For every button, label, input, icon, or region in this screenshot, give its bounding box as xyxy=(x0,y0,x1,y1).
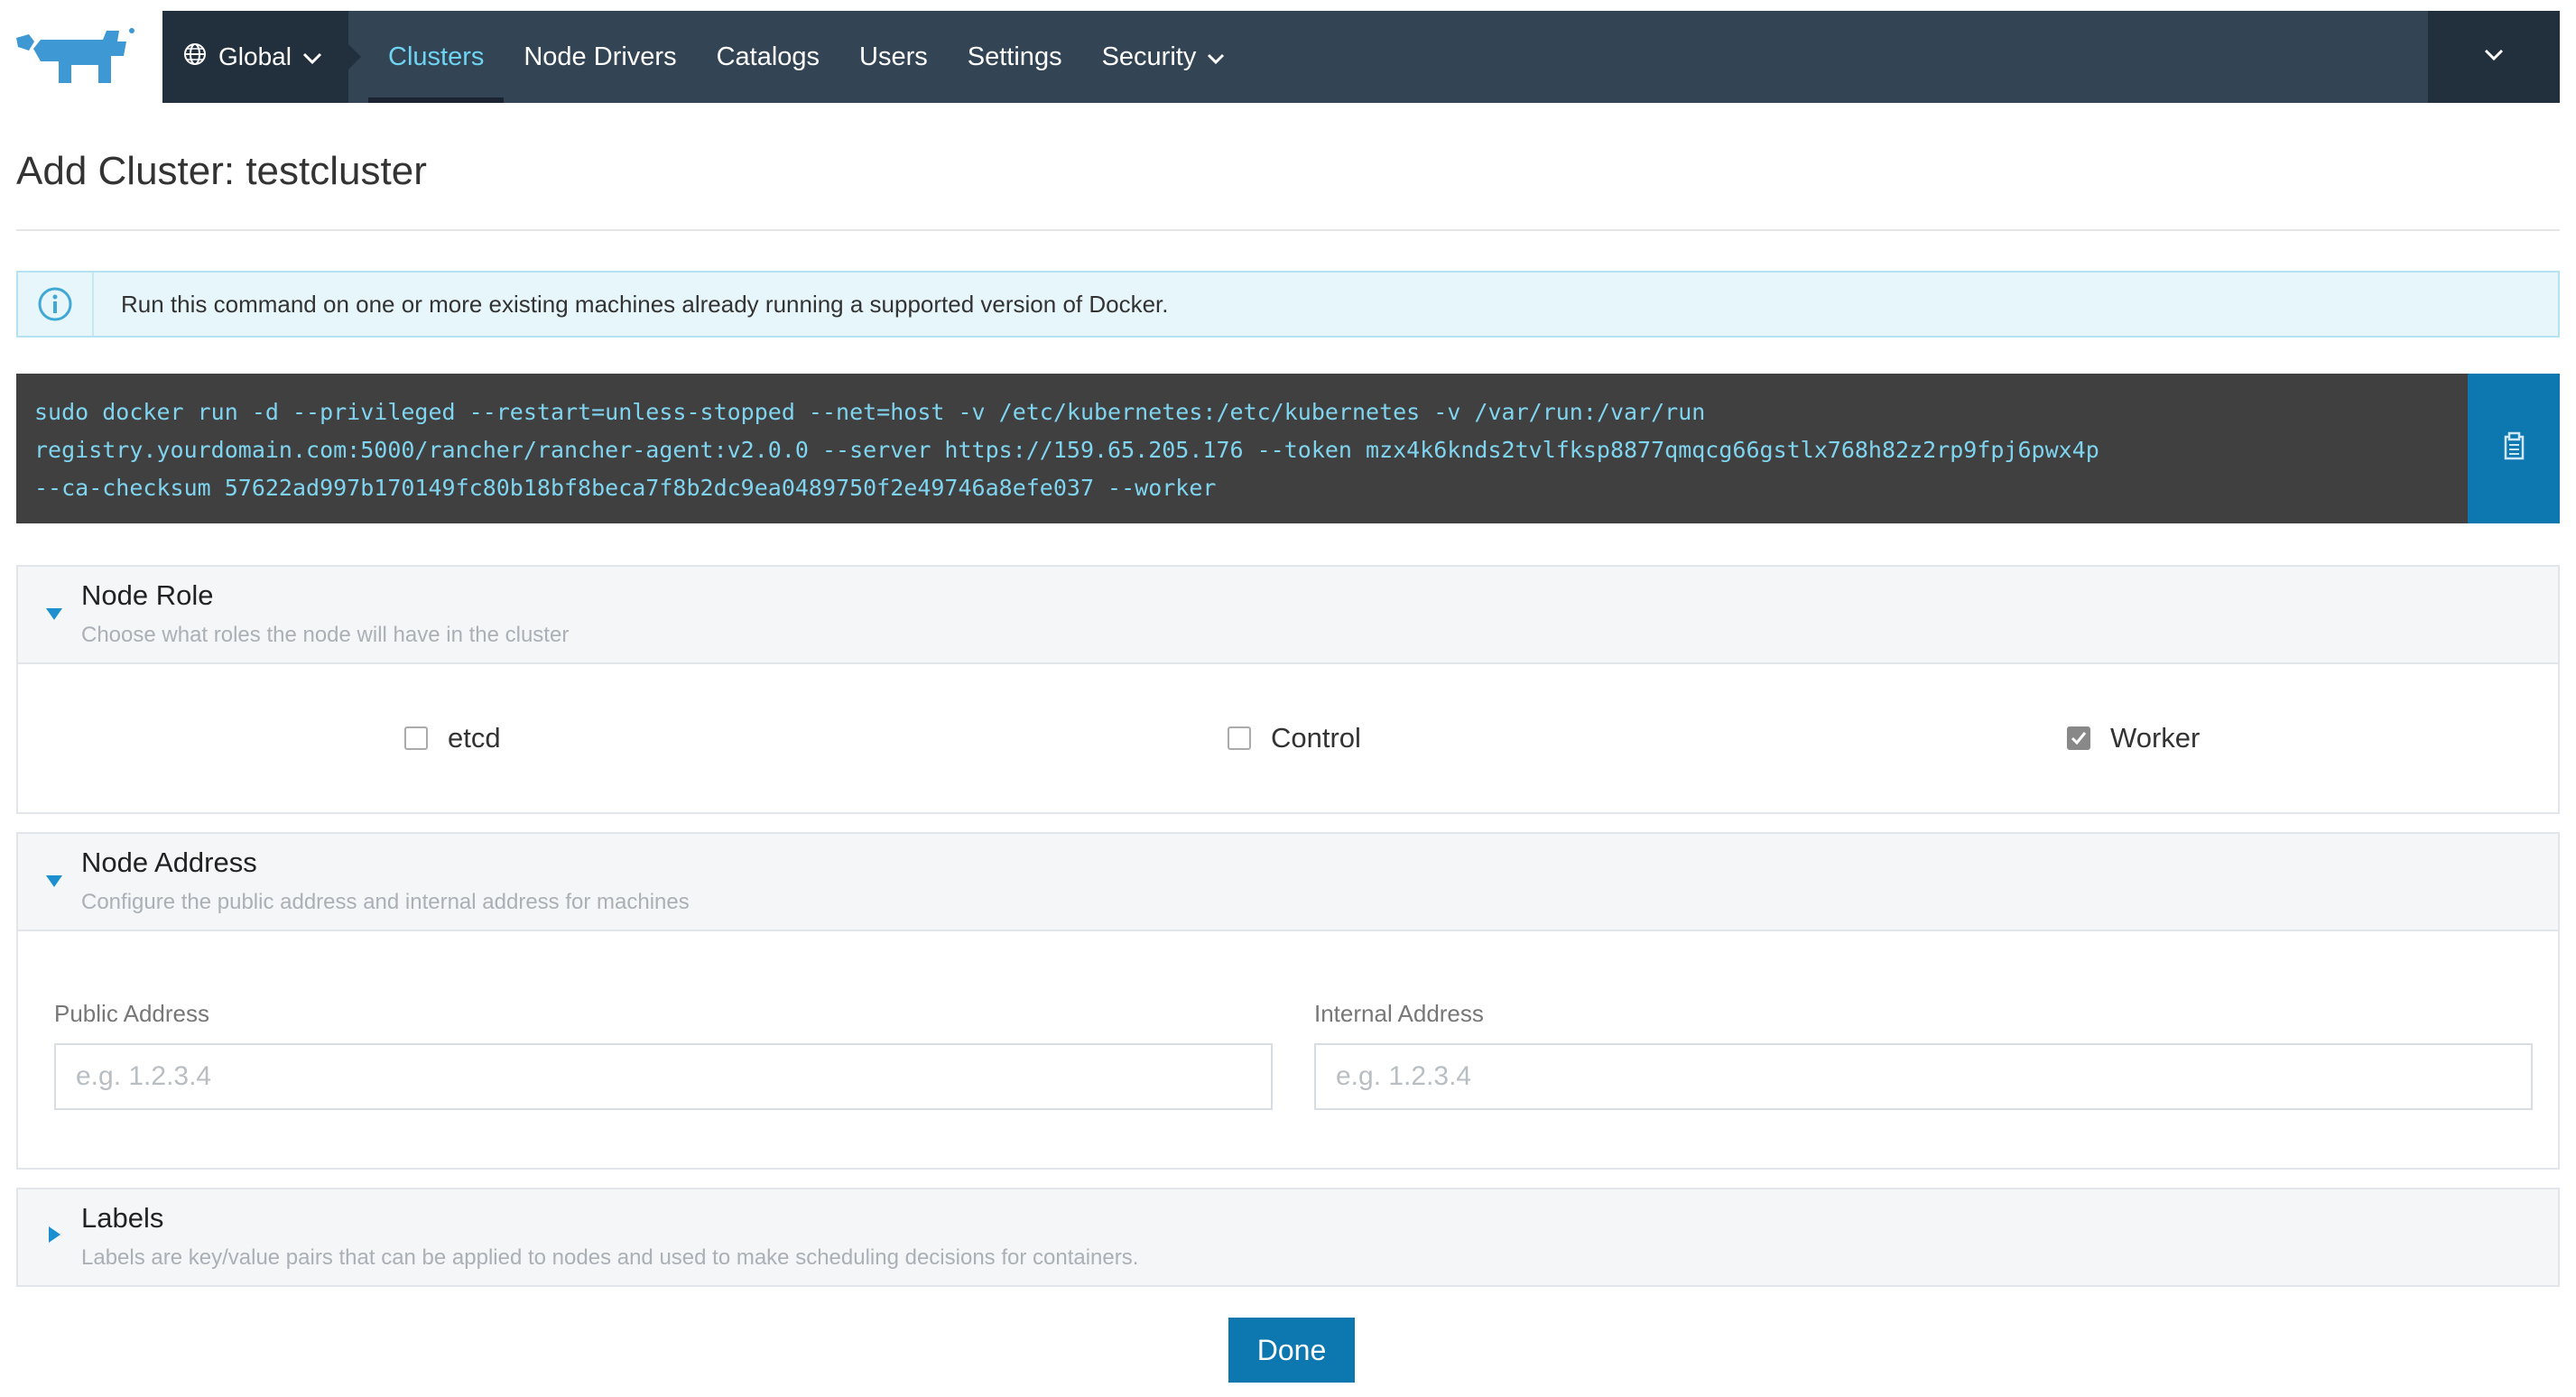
labels-section: Labels Labels are key/value pairs that c… xyxy=(16,1188,2560,1287)
caret-right-icon[interactable] xyxy=(47,1226,61,1248)
info-text: Run this command on one or more existing… xyxy=(121,290,1169,318)
role-control-label: Control xyxy=(1271,722,1361,754)
role-worker-label: Worker xyxy=(2110,722,2201,754)
node-role-section: Node Role Choose what roles the node wil… xyxy=(16,565,2560,814)
checkmark-icon xyxy=(2071,732,2087,745)
command-line: --ca-checksum 57622ad997b170149fc80b18bf… xyxy=(34,475,1217,501)
internal-address-label: Internal Address xyxy=(1314,1000,1484,1027)
copy-command-button[interactable] xyxy=(2468,374,2560,523)
node-address-section: Node Address Configure the public addres… xyxy=(16,832,2560,1170)
public-address-input[interactable] xyxy=(54,1043,1273,1110)
control-checkbox[interactable] xyxy=(1228,726,1251,750)
rancher-logo-icon xyxy=(16,28,134,83)
public-address-label: Public Address xyxy=(54,1000,209,1027)
worker-checkbox[interactable] xyxy=(2067,726,2090,750)
node-address-description: Configure the public address and interna… xyxy=(81,890,690,914)
etcd-checkbox[interactable] xyxy=(404,726,428,750)
labels-title: Labels xyxy=(81,1202,164,1234)
command-box: sudo docker run -d --privileged --restar… xyxy=(16,374,2560,523)
node-role-description: Choose what roles the node will have in … xyxy=(81,623,570,647)
nav-catalogs[interactable]: Catalogs xyxy=(697,11,839,103)
user-menu-button[interactable] xyxy=(2428,11,2560,103)
labels-description: Labels are key/value pairs that can be a… xyxy=(81,1245,1139,1270)
nav-settings[interactable]: Settings xyxy=(948,11,1082,103)
labels-header[interactable]: Labels Labels are key/value pairs that c… xyxy=(18,1189,2558,1285)
node-address-header[interactable]: Node Address Configure the public addres… xyxy=(18,834,2558,930)
info-icon xyxy=(18,273,94,336)
role-worker[interactable]: Worker xyxy=(2067,664,2200,812)
done-button[interactable]: Done xyxy=(1228,1318,1355,1383)
nav-node-drivers[interactable]: Node Drivers xyxy=(504,11,696,103)
nav-clusters[interactable]: Clusters xyxy=(368,11,505,103)
nav-users[interactable]: Users xyxy=(839,11,948,103)
role-control[interactable]: Control xyxy=(1228,664,1361,812)
rancher-logo[interactable] xyxy=(16,23,139,90)
node-address-fields: Public Address Internal Address xyxy=(18,930,2558,1168)
role-etcd[interactable]: etcd xyxy=(404,664,501,812)
caret-down-icon[interactable] xyxy=(45,606,63,625)
node-role-options: etcd Control Worker xyxy=(18,662,2558,812)
command-line: registry.yourdomain.com:5000/rancher/ran… xyxy=(34,437,2099,463)
chevron-down-icon xyxy=(2484,49,2504,66)
chevron-down-icon xyxy=(1207,42,1225,72)
node-address-title: Node Address xyxy=(81,847,257,878)
role-etcd-label: etcd xyxy=(448,722,501,754)
global-menu-button[interactable]: Global xyxy=(162,11,361,103)
page-title: Add Cluster: testcluster xyxy=(16,149,427,193)
node-role-header[interactable]: Node Role Choose what roles the node wil… xyxy=(18,567,2558,662)
chevron-down-icon xyxy=(302,42,322,71)
node-role-title: Node Role xyxy=(81,579,214,611)
globe-icon xyxy=(182,42,208,73)
nav-security-label: Security xyxy=(1101,42,1197,71)
global-menu-label: Global xyxy=(218,42,292,70)
top-nav: Global Clusters Node Drivers Catalogs Us… xyxy=(162,11,2560,103)
title-divider xyxy=(16,229,2560,231)
info-banner: Run this command on one or more existing… xyxy=(16,271,2560,338)
nav-tabs: Clusters Node Drivers Catalogs Users Set… xyxy=(348,11,1245,103)
command-line: sudo docker run -d --privileged --restar… xyxy=(34,399,1706,425)
nav-security[interactable]: Security xyxy=(1082,11,1246,103)
caret-down-icon[interactable] xyxy=(45,874,63,893)
clipboard-icon xyxy=(2499,431,2528,467)
internal-address-input[interactable] xyxy=(1314,1043,2533,1110)
command-text[interactable]: sudo docker run -d --privileged --restar… xyxy=(16,374,2468,523)
